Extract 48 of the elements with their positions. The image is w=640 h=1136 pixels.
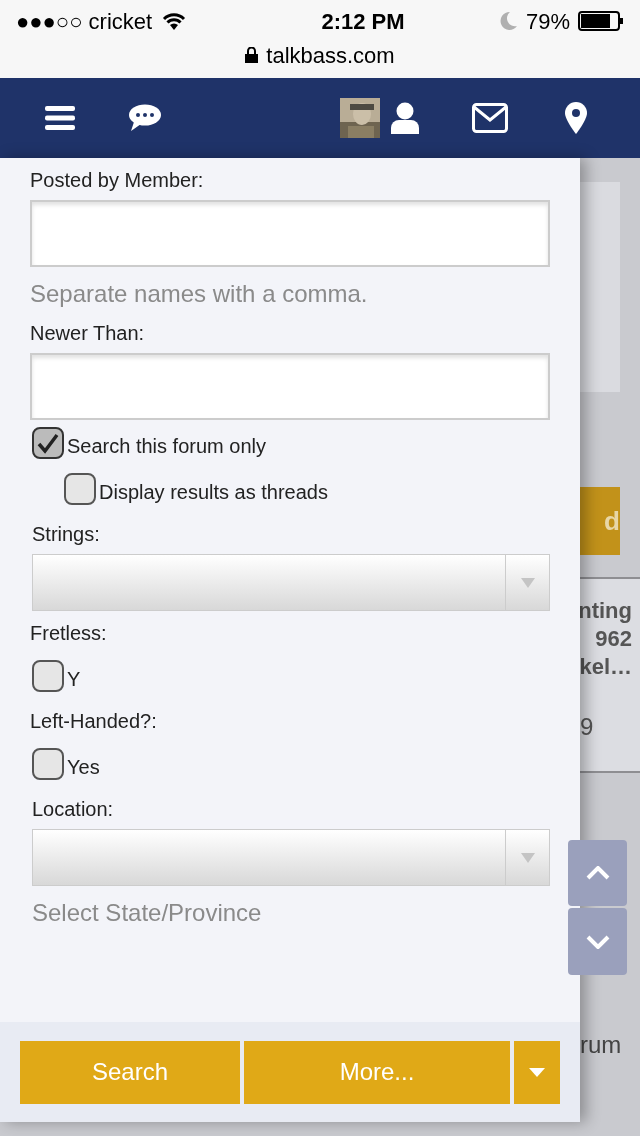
dropdown-arrow-icon	[520, 852, 535, 863]
location-pin-icon[interactable]	[565, 102, 587, 134]
field-label: Newer Than:	[30, 321, 146, 346]
chevron-up-icon	[585, 866, 610, 880]
battery-icon	[578, 11, 624, 31]
field-label: Posted by Member:	[30, 168, 205, 193]
lock-icon	[245, 47, 259, 63]
select-field[interactable]	[32, 829, 550, 886]
search-button[interactable]: Search	[20, 1040, 240, 1104]
checkbox-label: Search this forum only	[67, 434, 266, 459]
input-field[interactable]	[30, 200, 550, 267]
chevron-down-icon	[585, 934, 610, 949]
checkbox[interactable]	[32, 660, 64, 692]
checkbox-label: Display results as threads	[99, 480, 328, 505]
wifi-icon	[162, 12, 187, 30]
moon-icon	[499, 11, 518, 31]
card-text: 962	[595, 625, 632, 653]
field-label: Left-Handed?:	[30, 709, 158, 734]
checkbox-label: Yes	[67, 755, 100, 780]
menu-icon[interactable]	[45, 106, 75, 130]
checkbox[interactable]	[32, 748, 64, 780]
card-text: nting	[580, 597, 632, 625]
card-text: kel…	[580, 653, 632, 681]
field-label: Location:	[32, 797, 115, 822]
chat-bubble-icon[interactable]	[128, 104, 162, 132]
checkbox[interactable]	[32, 427, 64, 459]
input-field[interactable]	[30, 353, 550, 420]
url-text[interactable]: talkbass.com	[266, 38, 395, 72]
carrier-signal: ●●●○○ cricket	[16, 7, 153, 36]
field-label: Strings:	[32, 522, 101, 547]
checkbox-label: Y	[67, 667, 81, 692]
battery-percent: 79%	[525, 7, 570, 36]
more-button[interactable]: More...	[244, 1040, 510, 1104]
dropdown-arrow-icon	[520, 577, 535, 588]
field-hint: Separate names with a comma.	[30, 279, 369, 309]
clock: 2:12 PM	[321, 7, 405, 36]
field-label: Fretless:	[30, 621, 108, 646]
select-field[interactable]	[32, 554, 550, 611]
scroll-down-button[interactable]	[568, 908, 627, 975]
user-icon[interactable]	[391, 102, 419, 134]
envelope-icon[interactable]	[472, 103, 508, 133]
scroll-up-button[interactable]	[568, 840, 627, 906]
checkbox[interactable]	[64, 473, 96, 505]
caret-icon	[529, 1067, 545, 1077]
checkmark-icon	[36, 432, 60, 454]
page-text: rum	[580, 1030, 623, 1060]
card-text: 9	[580, 712, 594, 742]
field-hint: Select State/Province	[32, 898, 263, 928]
